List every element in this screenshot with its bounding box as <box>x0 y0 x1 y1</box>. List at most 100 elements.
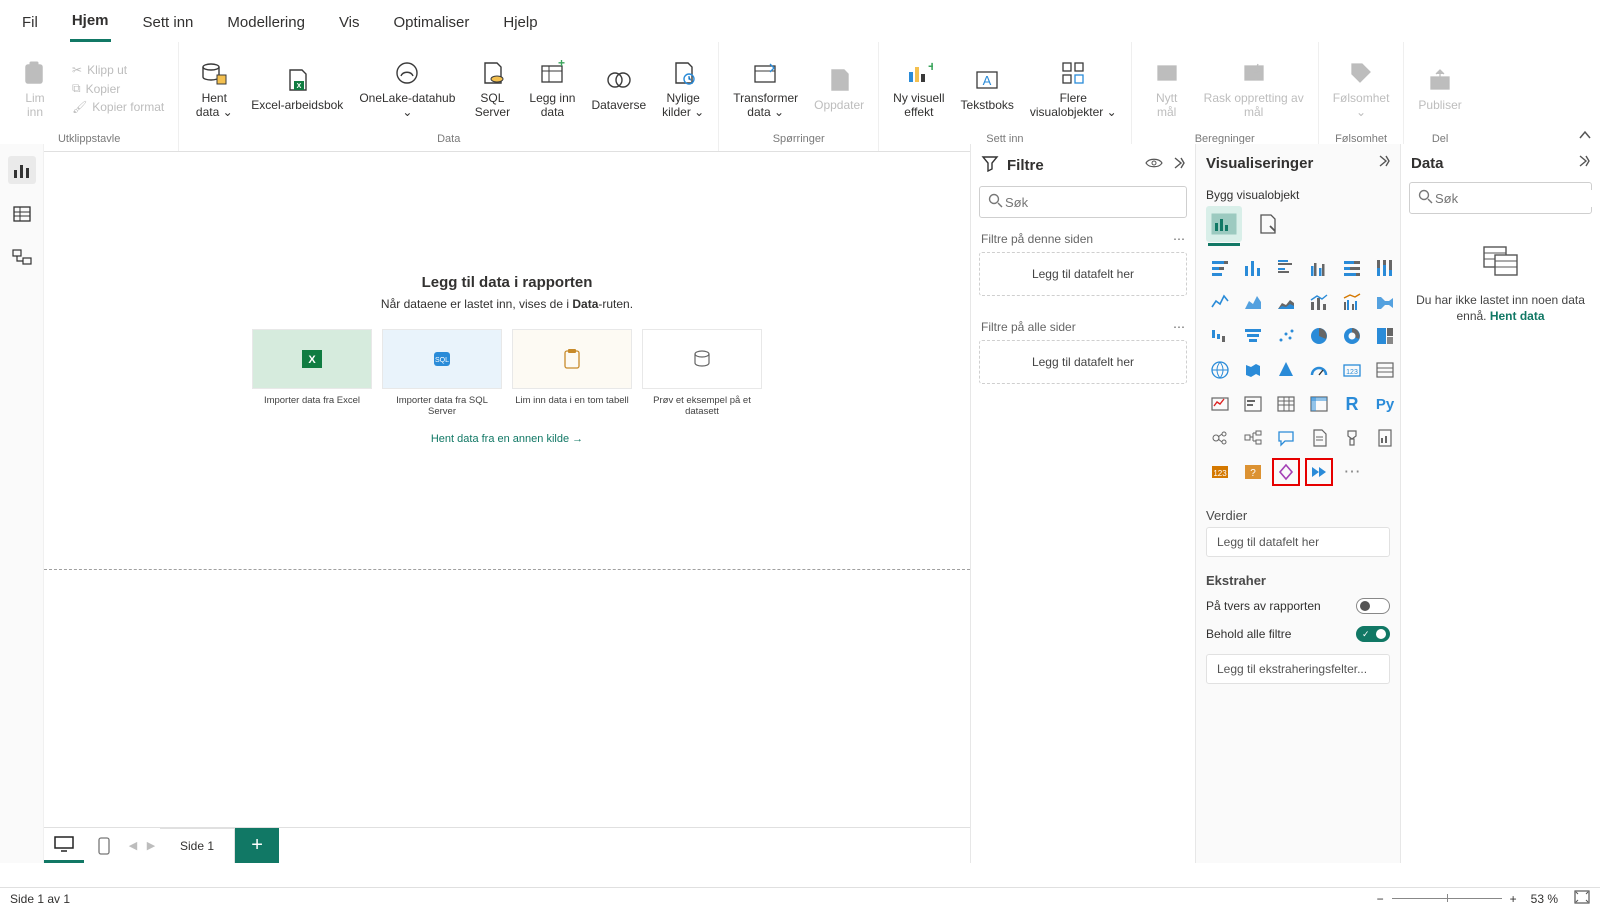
values-drop[interactable]: Legg til datafelt her <box>1206 527 1390 557</box>
new-visual-button[interactable]: + Ny visuell effekt <box>889 56 948 121</box>
more-visuals-icon[interactable]: ⋯ <box>1338 458 1366 486</box>
tab-hjelp[interactable]: Hjelp <box>501 10 539 41</box>
tab-optimaliser[interactable]: Optimaliser <box>392 10 472 41</box>
more-visuals-button[interactable]: Flere visualobjekter ⌄ <box>1026 56 1121 121</box>
build-visual-tab[interactable] <box>1206 206 1242 242</box>
data-search[interactable] <box>1409 182 1592 214</box>
gauge-icon[interactable] <box>1305 356 1333 384</box>
collapse-pane-icon[interactable] <box>1576 154 1590 172</box>
collapse-pane-icon[interactable] <box>1171 156 1185 174</box>
line-chart-icon[interactable] <box>1206 288 1234 316</box>
filters-search-input[interactable] <box>1003 194 1183 211</box>
get-data-other-link[interactable]: Hent data fra en annen kilde → <box>431 433 583 445</box>
zoom-out-button[interactable]: − <box>1377 892 1384 906</box>
waterfall-icon[interactable] <box>1206 322 1234 350</box>
paste-table-card[interactable] <box>512 329 632 389</box>
sample-dataset-card[interactable] <box>642 329 762 389</box>
stacked-column-icon[interactable] <box>1239 254 1267 282</box>
qa-visual-icon[interactable] <box>1272 424 1300 452</box>
import-sql-card[interactable]: SQL <box>382 329 502 389</box>
cross-report-toggle[interactable] <box>1356 598 1390 614</box>
filled-map-icon[interactable] <box>1239 356 1267 384</box>
python-visual-icon[interactable]: Py <box>1371 390 1399 418</box>
key-influencers-icon[interactable] <box>1206 424 1234 452</box>
map-icon[interactable] <box>1206 356 1234 384</box>
page-prev-button[interactable]: ◀ <box>124 828 142 863</box>
sql-server-button[interactable]: SQL Server <box>467 56 517 121</box>
more-icon[interactable]: ⋯ <box>1173 320 1185 334</box>
stacked-column-100-icon[interactable] <box>1371 254 1399 282</box>
model-view-button[interactable] <box>8 244 36 272</box>
card-icon[interactable]: 123 <box>1338 356 1366 384</box>
page-status: Side 1 av 1 <box>10 892 70 906</box>
drill-drop[interactable]: Legg til ekstraheringsfelter... <box>1206 654 1390 684</box>
clustered-bar-icon[interactable] <box>1272 254 1300 282</box>
report-view-button[interactable] <box>8 156 36 184</box>
area-chart-icon[interactable] <box>1239 288 1267 316</box>
enter-data-button[interactable]: + Legg inn data <box>525 56 579 121</box>
zoom-in-button[interactable]: + <box>1510 892 1517 906</box>
data-search-input[interactable] <box>1433 190 1600 207</box>
ribbon-collapse-button[interactable] <box>1578 128 1592 145</box>
collapse-pane-icon[interactable] <box>1376 154 1390 172</box>
tab-vis[interactable]: Vis <box>337 10 362 41</box>
scatter-icon[interactable] <box>1272 322 1300 350</box>
multirow-card-icon[interactable] <box>1371 356 1399 384</box>
treemap-icon[interactable] <box>1371 322 1399 350</box>
table-view-button[interactable] <box>8 200 36 228</box>
decomposition-tree-icon[interactable] <box>1239 424 1267 452</box>
donut-icon[interactable] <box>1338 322 1366 350</box>
get-data-button[interactable]: Hent data ⌄ <box>189 56 239 121</box>
custom-visual-flow-icon[interactable] <box>1305 458 1333 486</box>
kpi-icon[interactable] <box>1206 390 1234 418</box>
filters-search[interactable] <box>979 186 1187 218</box>
format-visual-tab[interactable] <box>1250 206 1286 242</box>
slicer-icon[interactable] <box>1239 390 1267 418</box>
funnel-icon[interactable] <box>1239 322 1267 350</box>
custom-visual-diamond-icon[interactable] <box>1272 458 1300 486</box>
line-clustered-column-icon[interactable] <box>1338 288 1366 316</box>
dataverse-button[interactable]: Dataverse <box>587 63 650 114</box>
page-tab-1[interactable]: Side 1 <box>160 828 235 863</box>
stacked-area-icon[interactable] <box>1272 288 1300 316</box>
clustered-column-icon[interactable] <box>1305 254 1333 282</box>
tab-sett-inn[interactable]: Sett inn <box>141 10 196 41</box>
get-data-link[interactable]: Hent data <box>1490 309 1545 323</box>
filters-all-pages-drop[interactable]: Legg til datafelt her <box>979 340 1187 384</box>
page-next-button[interactable]: ▶ <box>142 828 160 863</box>
power-automate-icon[interactable]: ? <box>1239 458 1267 486</box>
paginated-report-icon[interactable] <box>1371 424 1399 452</box>
recent-icon <box>668 58 698 88</box>
tab-fil[interactable]: Fil <box>20 10 40 41</box>
smart-narrative-icon[interactable] <box>1305 424 1333 452</box>
filters-this-page-drop[interactable]: Legg til datafelt her <box>979 252 1187 296</box>
stacked-bar-100-icon[interactable] <box>1338 254 1366 282</box>
line-column-icon[interactable] <box>1305 288 1333 316</box>
more-icon[interactable]: ⋯ <box>1173 232 1185 246</box>
recent-sources-button[interactable]: Nylige kilder ⌄ <box>658 56 708 121</box>
eye-icon[interactable] <box>1145 156 1163 174</box>
tab-modellering[interactable]: Modellering <box>225 10 307 41</box>
onelake-button[interactable]: OneLake-datahub ⌄ <box>355 56 459 121</box>
azure-map-icon[interactable] <box>1272 356 1300 384</box>
power-apps-icon[interactable]: 123 <box>1206 458 1234 486</box>
textbox-button[interactable]: A Tekstboks <box>957 63 1018 114</box>
r-visual-icon[interactable]: R <box>1338 390 1366 418</box>
mobile-layout-button[interactable] <box>84 828 124 863</box>
stacked-bar-icon[interactable] <box>1206 254 1234 282</box>
ribbon-chart-icon[interactable] <box>1371 288 1399 316</box>
fit-to-page-button[interactable] <box>1574 890 1590 907</box>
zoom-slider[interactable] <box>1392 898 1502 899</box>
report-canvas[interactable]: Legg til data i rapporten Når dataene er… <box>44 144 970 827</box>
excel-button[interactable]: X Excel-arbeidsbok <box>247 63 347 114</box>
pie-icon[interactable] <box>1305 322 1333 350</box>
table-icon[interactable] <box>1272 390 1300 418</box>
matrix-icon[interactable] <box>1305 390 1333 418</box>
tab-hjem[interactable]: Hjem <box>70 8 111 42</box>
goals-icon[interactable] <box>1338 424 1366 452</box>
keep-filters-toggle[interactable]: ✓ <box>1356 626 1390 642</box>
add-page-button[interactable]: + <box>235 828 279 863</box>
desktop-layout-button[interactable] <box>44 828 84 863</box>
transform-data-button[interactable]: Transformer data ⌄ <box>729 56 802 121</box>
import-excel-card[interactable]: X <box>252 329 372 389</box>
